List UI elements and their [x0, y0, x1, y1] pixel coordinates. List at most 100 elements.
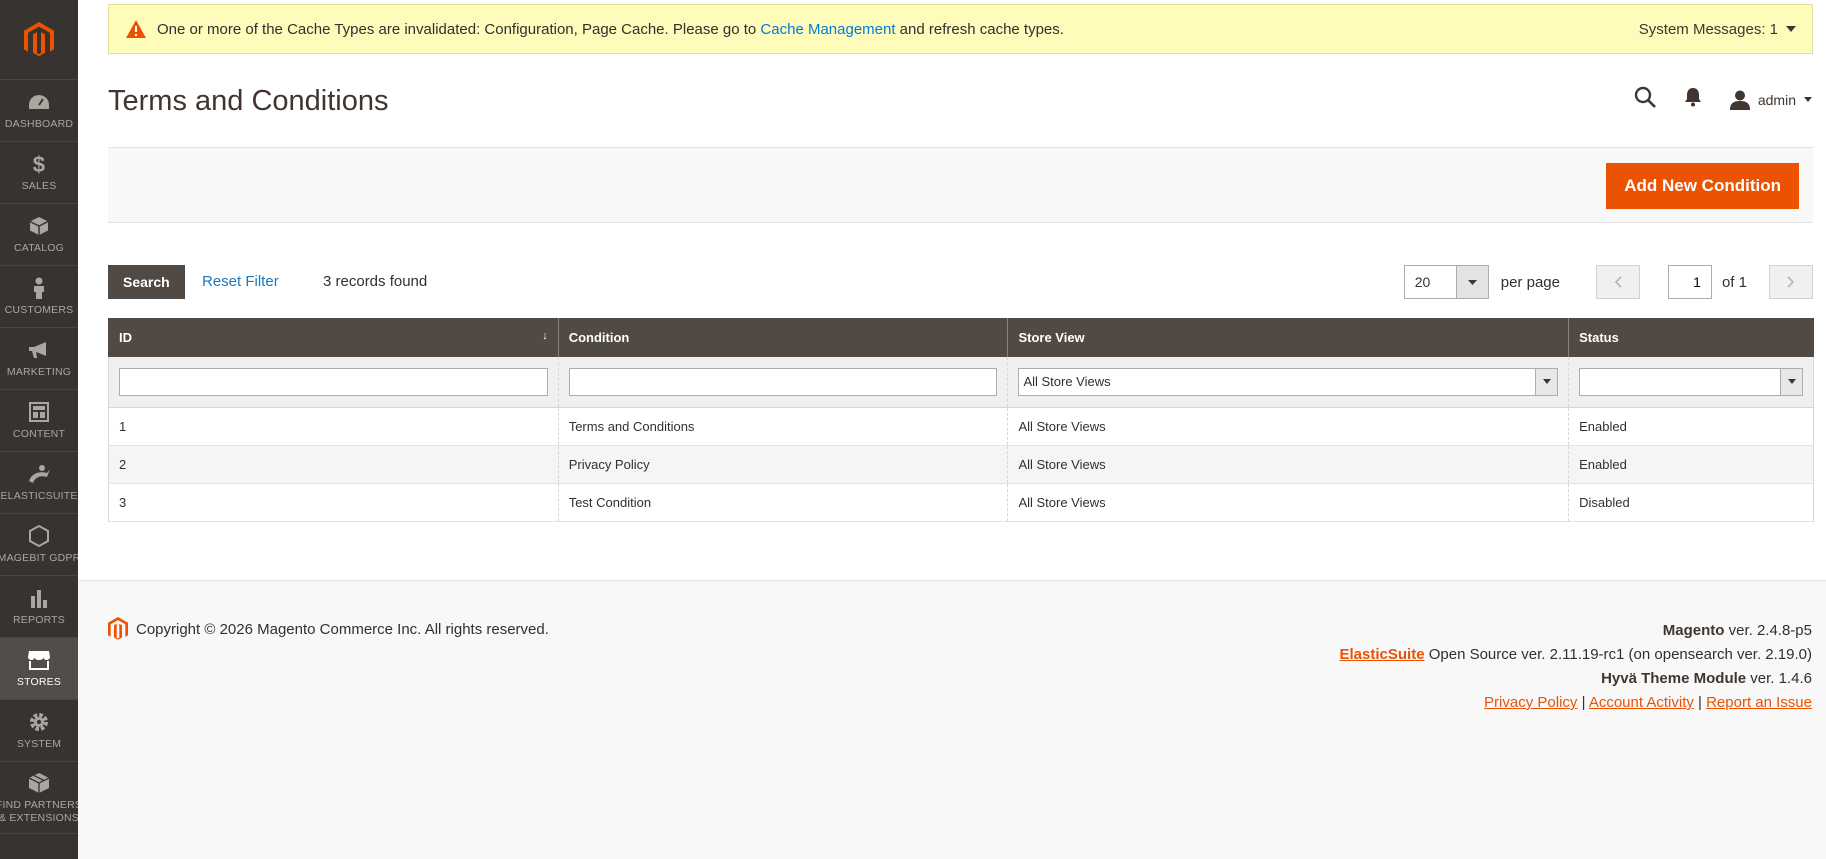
account-activity-link[interactable]: Account Activity: [1589, 694, 1694, 711]
per-page-value: 20: [1414, 274, 1431, 290]
reset-filter-link[interactable]: Reset Filter: [202, 273, 279, 290]
current-page-input[interactable]: [1667, 265, 1712, 299]
header-actions: admin: [1634, 86, 1812, 113]
grid-filter-row: All Store Views: [108, 357, 1814, 408]
column-header-status[interactable]: Status: [1568, 318, 1814, 357]
bar-chart-icon: [27, 586, 51, 610]
conditions-grid: ID ↓ Condition Store View Status All Stor…: [108, 318, 1814, 522]
next-page-button[interactable]: [1769, 265, 1813, 299]
cube-icon: [27, 771, 51, 795]
system-messages-toggle[interactable]: System Messages: 1: [1639, 21, 1796, 38]
sidebar-item-magebit-gdpr[interactable]: MAGEBIT GDPR: [0, 514, 78, 576]
privacy-policy-link[interactable]: Privacy Policy: [1484, 694, 1577, 711]
sidebar-item-label: DASHBOARD: [4, 118, 74, 130]
filter-store-view-value: All Store Views: [1023, 374, 1111, 390]
search-icon: [1634, 86, 1656, 108]
cell-condition: Terms and Conditions: [557, 407, 1008, 446]
sidebar-item-stores[interactable]: STORES: [0, 638, 78, 700]
sidebar-item-label: REPORTS: [13, 614, 65, 626]
magento-logo-icon: [24, 21, 54, 56]
system-message-banner: One or more of the Cache Types are inval…: [108, 4, 1813, 54]
chevron-down-icon: [1786, 26, 1796, 32]
grid-toolbar: Search Reset Filter 3 records found 20 p…: [108, 265, 1813, 299]
grid-header-row: ID ↓ Condition Store View Status: [108, 318, 1814, 357]
chevron-down-icon: [1455, 266, 1488, 298]
pager: 20 per page of 1: [1403, 265, 1813, 299]
elasticsuite-version: ElasticSuite Open Source ver. 2.11.19-rc…: [1339, 646, 1813, 663]
cell-status: Enabled: [1568, 445, 1814, 484]
magento-version: Magento ver. 2.4.8-p5: [1662, 622, 1812, 639]
column-header-store-view[interactable]: Store View: [1007, 318, 1569, 357]
cell-condition: Privacy Policy: [557, 445, 1008, 484]
report-issue-link[interactable]: Report an Issue: [1706, 694, 1812, 711]
cell-store-view: All Store Views: [1007, 407, 1569, 446]
hexagon-icon: [27, 524, 51, 548]
table-row[interactable]: 1 Terms and Conditions All Store Views E…: [108, 407, 1814, 446]
chevron-down-icon: [1780, 368, 1802, 395]
cache-management-link[interactable]: Cache Management: [760, 21, 895, 38]
column-header-id[interactable]: ID ↓: [108, 318, 559, 357]
sidebar-item-marketing[interactable]: MARKETING: [0, 328, 78, 390]
sidebar-item-system[interactable]: SYSTEM: [0, 700, 78, 762]
cell-status: Disabled: [1568, 483, 1814, 522]
warning-icon: [126, 20, 146, 38]
magento-logo[interactable]: [0, 0, 78, 80]
column-header-condition[interactable]: Condition: [557, 318, 1008, 357]
system-messages-count: System Messages: 1: [1638, 20, 1778, 38]
cell-store-view: All Store Views: [1007, 483, 1569, 522]
hyva-version: Hyvä Theme Module ver. 1.4.6: [1601, 670, 1812, 687]
page-actions-bar: Add New Condition: [108, 147, 1813, 223]
box-icon: [27, 214, 51, 238]
sidebar-item-elasticsuite[interactable]: ELASTICSUITE: [0, 452, 78, 514]
chevron-down-icon: [1804, 97, 1812, 102]
cell-status: Enabled: [1568, 407, 1814, 446]
cell-id: 1: [108, 407, 559, 446]
notifications-button[interactable]: [1684, 87, 1702, 112]
admin-user-menu[interactable]: admin: [1729, 90, 1812, 110]
sidebar-item-sales[interactable]: $ SALES: [0, 142, 78, 204]
cell-id: 2: [108, 445, 559, 484]
sort-arrow-icon: ↓: [542, 330, 548, 342]
dashboard-icon: [27, 90, 51, 114]
filter-condition-input[interactable]: [568, 367, 998, 396]
previous-page-button[interactable]: [1595, 265, 1640, 299]
sidebar-item-label: SYSTEM: [16, 738, 62, 750]
main-content: One or more of the Cache Types are inval…: [78, 0, 1826, 859]
sidebar-item-label: CONTENT: [12, 428, 66, 440]
records-found: 3 records found: [323, 273, 428, 290]
sidebar-item-label-line2: & EXTENSIONS: [0, 811, 78, 824]
cell-condition: Test Condition: [557, 483, 1008, 522]
table-row[interactable]: 3 Test Condition All Store Views Disable…: [108, 483, 1814, 522]
sidebar-item-label: MARKETING: [6, 366, 72, 378]
sidebar-item-find-partners[interactable]: FIND PARTNERS & EXTENSIONS: [0, 762, 78, 834]
add-new-condition-button[interactable]: Add New Condition: [1606, 163, 1799, 209]
bell-icon: [1684, 88, 1701, 107]
sidebar-item-reports[interactable]: REPORTS: [0, 576, 78, 638]
chevron-down-icon: [1535, 368, 1558, 395]
total-pages: of 1: [1721, 273, 1747, 291]
chevron-left-icon: [1614, 276, 1622, 288]
sidebar-item-catalog[interactable]: CATALOG: [0, 204, 78, 266]
elasticsuite-link[interactable]: ElasticSuite: [1340, 646, 1425, 663]
page-title: Terms and Conditions: [108, 85, 389, 117]
copyright-text: Copyright © 2026 Magento Commerce Inc. A…: [136, 620, 549, 638]
copyright: Copyright © 2026 Magento Commerce Inc. A…: [108, 617, 549, 641]
sidebar-item-content[interactable]: CONTENT: [0, 390, 78, 452]
person-icon: [27, 276, 51, 300]
cell-id: 3: [108, 483, 559, 522]
per-page-select[interactable]: 20: [1403, 265, 1489, 299]
filter-status-select[interactable]: [1579, 367, 1803, 396]
sidebar-item-customers[interactable]: CUSTOMERS: [0, 266, 78, 328]
sidebar-item-dashboard[interactable]: DASHBOARD: [0, 80, 78, 142]
filter-store-view-select[interactable]: All Store Views: [1018, 367, 1559, 396]
global-search-button[interactable]: [1634, 86, 1656, 113]
table-row[interactable]: 2 Privacy Policy All Store Views Enabled: [108, 445, 1814, 484]
filter-id-input[interactable]: [119, 367, 548, 396]
sidebar-item-label: SALES: [21, 180, 57, 192]
search-button[interactable]: Search: [108, 265, 185, 299]
per-page-label: per page: [1500, 273, 1560, 291]
footer-versions: Magento ver. 2.4.8-p5 ElasticSuite Open …: [1340, 619, 1813, 715]
footer-links: Privacy Policy | Account Activity | Repo…: [1484, 694, 1812, 711]
sidebar-item-label: MAGEBIT GDPR: [0, 552, 78, 564]
sidebar-item-label: CATALOG: [13, 242, 65, 254]
